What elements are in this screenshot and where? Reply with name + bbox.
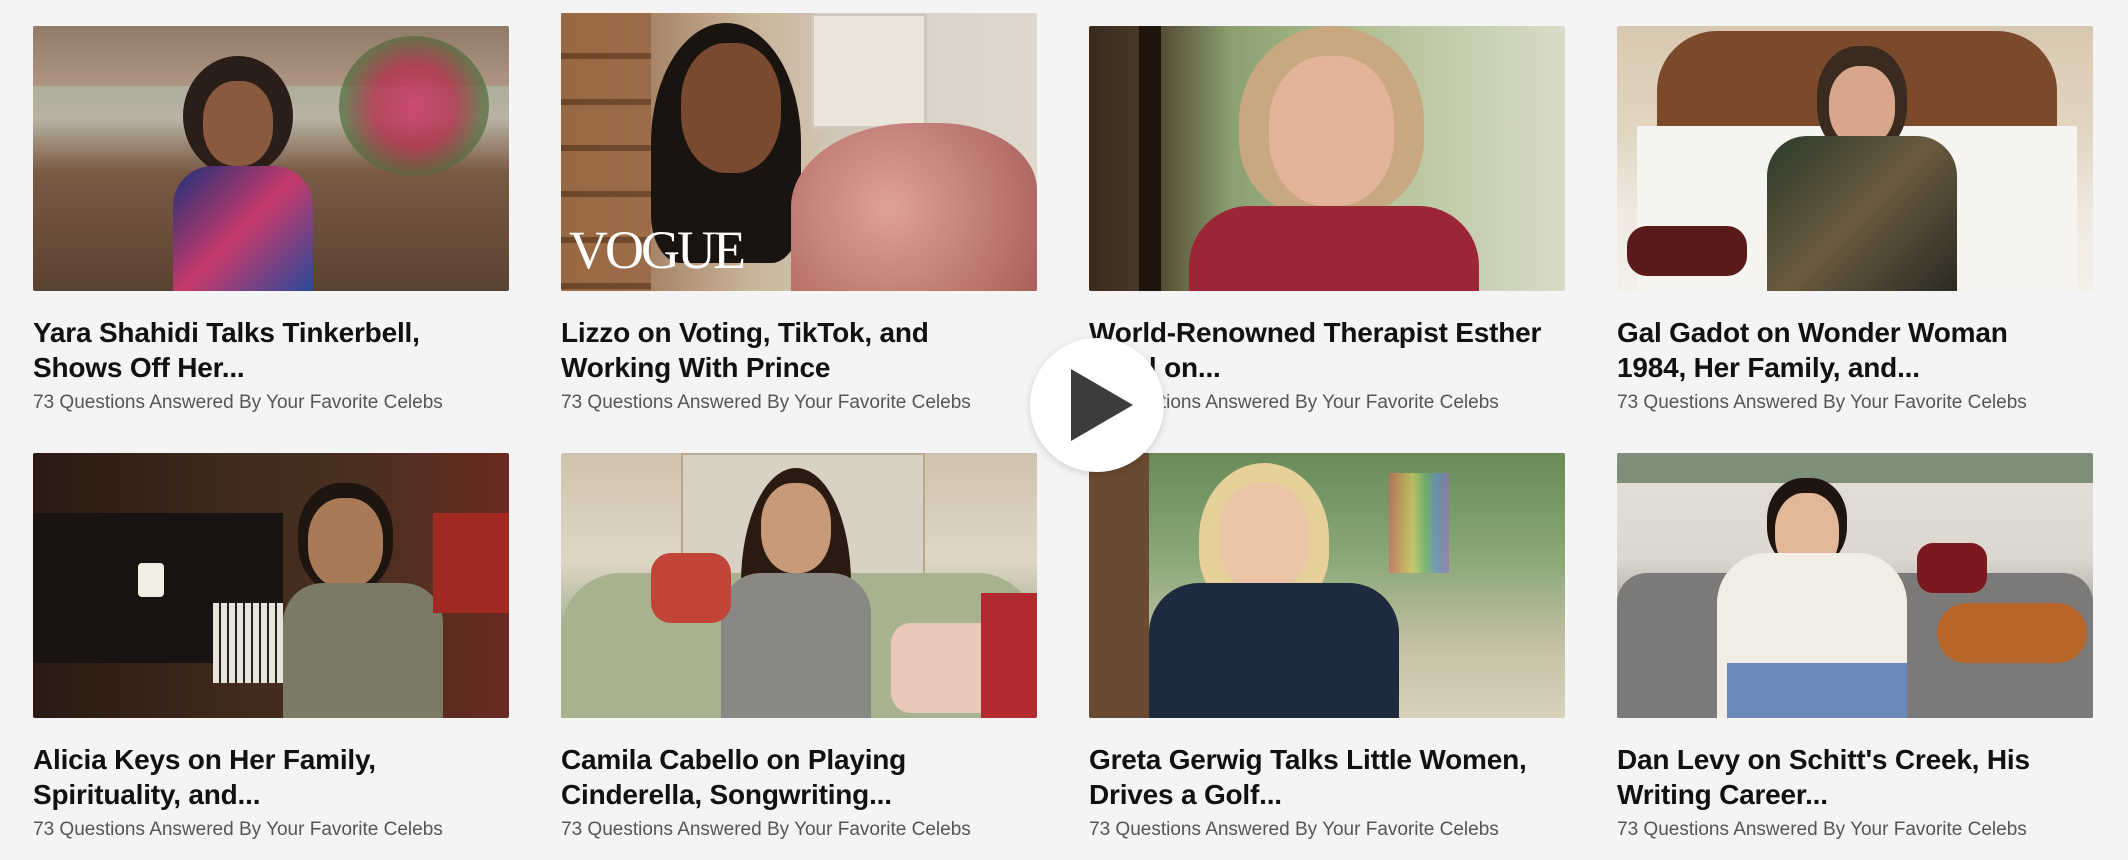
video-card[interactable]: Alicia Keys on Her Family, Spirituality, … bbox=[33, 453, 509, 842]
play-button[interactable] bbox=[1030, 338, 1164, 472]
series-label[interactable]: 73 Questions Answered By Your Favorite C… bbox=[561, 391, 1037, 415]
video-title[interactable]: Dan Levy on Schitt's Creek, His Writing C… bbox=[1617, 742, 2093, 812]
video-card[interactable]: Camila Cabello on Playing Cinderella, Son… bbox=[561, 453, 1037, 842]
video-card[interactable]: World-Renowned Therapist Esther Perel on.… bbox=[1089, 26, 1565, 415]
vogue-logo: VOGUE bbox=[569, 220, 746, 280]
video-card[interactable]: Yara Shahidi Talks Tinkerbell, Shows Off … bbox=[33, 26, 509, 415]
video-title[interactable]: World-Renowned Therapist Esther Perel on.… bbox=[1089, 315, 1565, 385]
video-thumbnail[interactable] bbox=[561, 453, 1037, 718]
video-title[interactable]: Yara Shahidi Talks Tinkerbell, Shows Off … bbox=[33, 315, 509, 385]
series-label[interactable]: 73 Questions Answered By Your Favorite C… bbox=[561, 818, 1037, 842]
video-thumbnail[interactable]: VOGUE bbox=[561, 13, 1037, 291]
play-icon bbox=[1071, 369, 1133, 441]
video-thumbnail[interactable] bbox=[1617, 453, 2093, 718]
video-card[interactable]: Greta Gerwig Talks Little Women, Drives a… bbox=[1089, 453, 1565, 842]
series-label[interactable]: 73 Questions Answered By Your Favorite C… bbox=[33, 818, 509, 842]
series-label[interactable]: 73 Questions Answered By Your Favorite C… bbox=[1089, 818, 1565, 842]
video-card[interactable]: Dan Levy on Schitt's Creek, His Writing C… bbox=[1617, 453, 2093, 842]
series-label[interactable]: 73 Questions Answered By Your Favorite C… bbox=[1617, 391, 2093, 415]
series-label[interactable]: 73 Questions Answered By Your Favorite C… bbox=[33, 391, 509, 415]
video-title[interactable]: Gal Gadot on Wonder Woman 1984, Her Famil… bbox=[1617, 315, 2093, 385]
video-card[interactable]: Gal Gadot on Wonder Woman 1984, Her Famil… bbox=[1617, 26, 2093, 415]
video-title[interactable]: Camila Cabello on Playing Cinderella, Son… bbox=[561, 742, 1037, 812]
video-thumbnail[interactable] bbox=[1089, 453, 1565, 718]
video-thumbnail[interactable] bbox=[1089, 26, 1565, 291]
video-thumbnail[interactable] bbox=[33, 26, 509, 291]
video-title[interactable]: Alicia Keys on Her Family, Spirituality, … bbox=[33, 742, 509, 812]
video-title[interactable]: Lizzo on Voting, TikTok, and Working With… bbox=[561, 315, 1037, 385]
video-title[interactable]: Greta Gerwig Talks Little Women, Drives a… bbox=[1089, 742, 1565, 812]
video-card[interactable]: VOGUE Lizzo on Voting, TikTok, and Workin… bbox=[561, 13, 1037, 415]
video-thumbnail[interactable] bbox=[33, 453, 509, 718]
series-label[interactable]: 73 Questions Answered By Your Favorite C… bbox=[1617, 818, 2093, 842]
video-thumbnail[interactable] bbox=[1617, 26, 2093, 291]
